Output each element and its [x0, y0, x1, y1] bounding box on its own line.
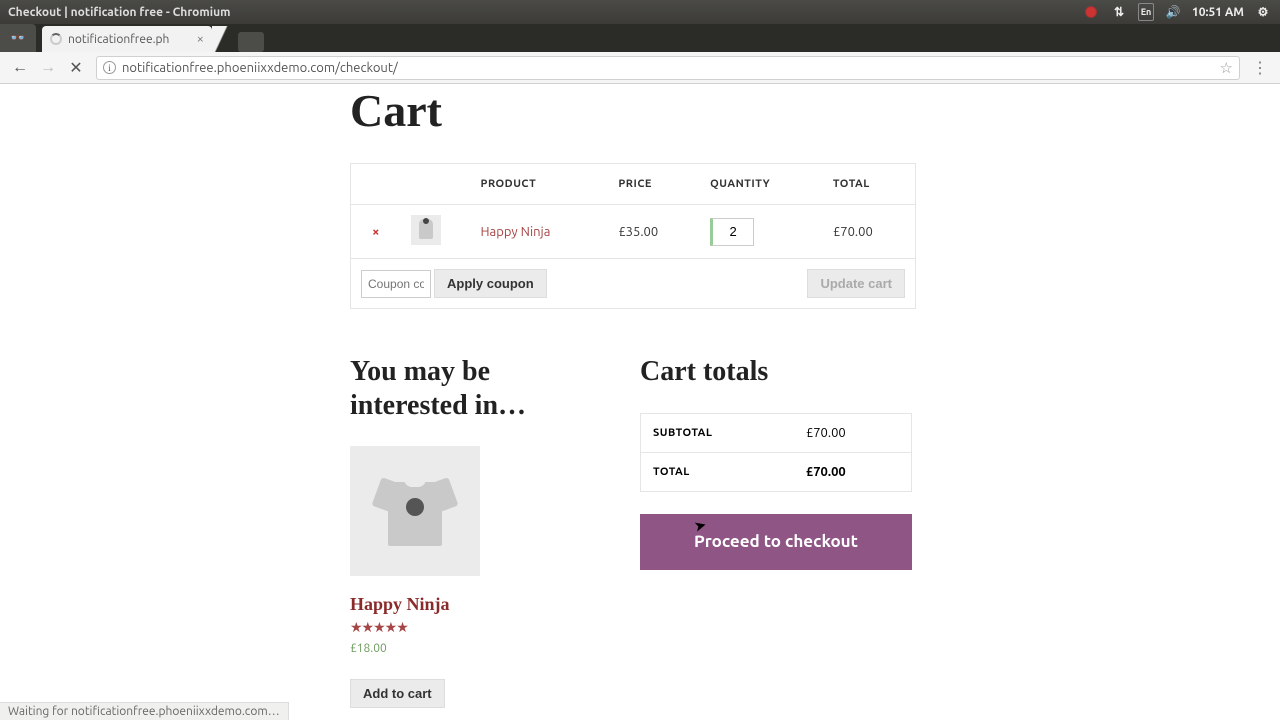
info-icon[interactable]: i [103, 61, 116, 74]
url-text: notificationfree.phoeniixxdemo.com/check… [122, 61, 398, 75]
cursor-icon: ➤ [693, 517, 707, 534]
menu-icon[interactable]: ⋮ [1252, 58, 1268, 77]
forward-button: → [37, 57, 59, 79]
page-title: Cart [350, 84, 920, 137]
stop-button[interactable]: ✕ [65, 57, 87, 79]
proceed-checkout-button[interactable]: Proceed to checkout ➤ [640, 514, 912, 570]
col-price: PRICE [608, 164, 700, 205]
incognito-icon[interactable]: 👓 [0, 24, 36, 52]
lang-indicator[interactable]: En [1138, 3, 1154, 21]
add-to-cart-button[interactable]: Add to cart [350, 679, 445, 708]
product-price: £18.00 [350, 642, 550, 655]
cart-totals-section: Cart totals SUBTOTAL£70.00 TOTAL£70.00 P… [640, 355, 912, 708]
tab-title: notificationfree.ph [68, 33, 169, 46]
item-total: £70.00 [823, 205, 916, 259]
product-thumb[interactable] [411, 215, 441, 245]
product-image[interactable] [350, 446, 480, 576]
total-value: £70.00 [794, 452, 912, 491]
sound-icon[interactable]: 🔊 [1164, 3, 1182, 21]
coupon-input[interactable] [361, 270, 431, 298]
window-title: Checkout | notification free - Chromium [8, 6, 230, 19]
product-link[interactable]: Happy Ninja [481, 225, 551, 239]
status-bar: Waiting for notificationfree.phoeniixxde… [0, 702, 289, 720]
back-button[interactable]: ← [9, 57, 31, 79]
bookmark-icon[interactable]: ☆ [1220, 59, 1233, 77]
new-tab-button[interactable] [238, 32, 264, 52]
col-qty: QUANTITY [700, 164, 823, 205]
item-price: £35.00 [608, 205, 700, 259]
rating-stars: ★★★★★ [350, 619, 550, 636]
subtotal-value: £70.00 [794, 413, 912, 452]
col-total: TOTAL [823, 164, 916, 205]
subtotal-label: SUBTOTAL [641, 413, 794, 452]
network-icon[interactable]: ⇅ [1110, 3, 1128, 21]
browser-tab[interactable]: notificationfree.ph × [42, 26, 212, 52]
interest-heading: You may be interested in… [350, 355, 550, 422]
gear-icon[interactable]: ⚙ [1254, 3, 1272, 21]
cart-table: PRODUCT PRICE QUANTITY TOTAL × Happy Nin… [350, 163, 916, 309]
interest-section: You may be interested in… Happy Ninja ★★… [350, 355, 550, 708]
col-product: PRODUCT [471, 164, 609, 205]
total-label: TOTAL [641, 452, 794, 491]
table-row: × Happy Ninja £35.00 £70.00 [351, 205, 916, 259]
window-titlebar: Checkout | notification free - Chromium … [0, 0, 1280, 24]
address-bar: ← → ✕ i notificationfree.phoeniixxdemo.c… [0, 52, 1280, 84]
loading-spinner-icon [50, 33, 62, 45]
url-field[interactable]: i notificationfree.phoeniixxdemo.com/che… [96, 56, 1240, 80]
update-cart-button[interactable]: Update cart [807, 269, 905, 298]
tab-bar: 👓 notificationfree.ph × [0, 24, 1280, 52]
totals-table: SUBTOTAL£70.00 TOTAL£70.00 [640, 413, 912, 492]
close-icon[interactable]: × [197, 32, 204, 46]
totals-heading: Cart totals [640, 355, 912, 389]
page-content: Cart PRODUCT PRICE QUANTITY TOTAL × Happ… [0, 84, 1280, 720]
remove-item-button[interactable]: × [372, 225, 379, 239]
apply-coupon-button[interactable]: Apply coupon [434, 269, 547, 298]
product-name[interactable]: Happy Ninja [350, 594, 550, 615]
clock: 10:51 AM [1192, 3, 1244, 21]
quantity-stepper[interactable] [710, 218, 754, 246]
record-icon [1082, 3, 1100, 21]
product-card[interactable]: Happy Ninja ★★★★★ £18.00 Add to cart [350, 446, 550, 708]
